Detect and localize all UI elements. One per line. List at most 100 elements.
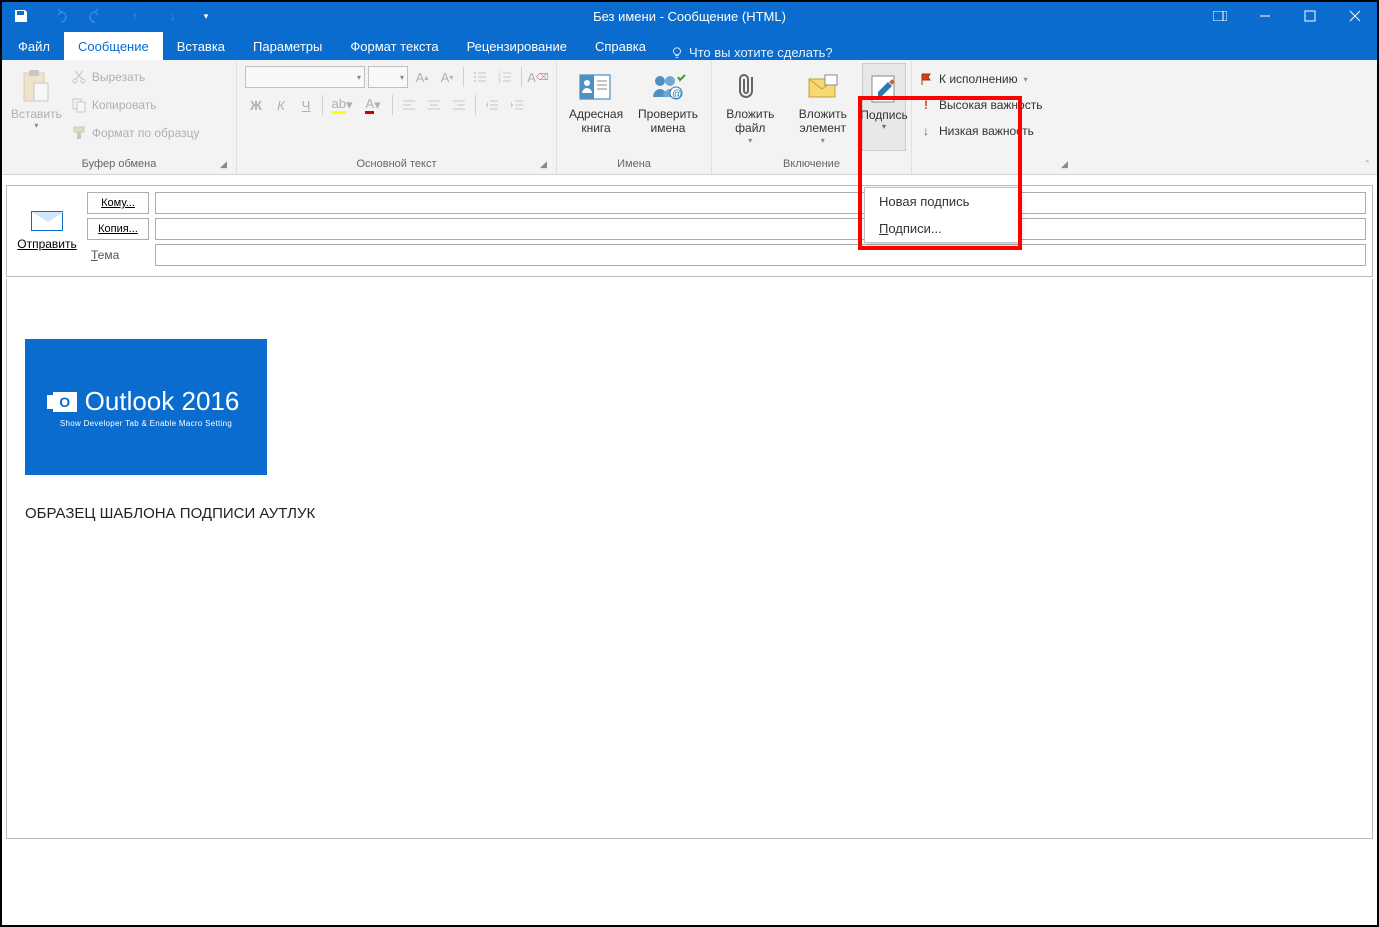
tab-format-text[interactable]: Формат текста: [336, 32, 452, 60]
signature-banner-image: O Outlook 2016 Show Developer Tab & Enab…: [25, 339, 267, 475]
font-name-combo[interactable]: ▾: [245, 66, 365, 88]
group-tags-label: [912, 157, 1077, 174]
attach-file-label: Вложить файл: [721, 107, 780, 136]
minimize-button[interactable]: [1242, 2, 1287, 30]
group-include: Вложить файл ▾ Вложить элемент ▾ Подпись…: [712, 60, 912, 174]
down-arrow-blue-icon: ↓: [919, 124, 933, 138]
title-bar: ↑ ↓ ▾ Без имени - Сообщение (HTML): [2, 2, 1377, 30]
bold-button[interactable]: Ж: [245, 94, 267, 116]
attach-item-label: Вложить элемент: [788, 107, 858, 136]
address-book-icon: [578, 67, 614, 107]
bullets-icon[interactable]: [469, 66, 491, 88]
paste-button[interactable]: Вставить ▾: [7, 63, 66, 153]
compose-header: Отправить Кому... Копия... Тема: [6, 185, 1373, 277]
up-arrow-icon[interactable]: ↑: [126, 7, 144, 25]
copy-icon: [71, 97, 87, 113]
svg-text:@: @: [672, 89, 682, 100]
collapse-ribbon-icon[interactable]: ˆ: [1366, 160, 1369, 171]
tell-me-search[interactable]: Что вы хотите сделать?: [660, 45, 843, 60]
grow-font-icon[interactable]: A▴: [411, 66, 433, 88]
lightbulb-icon: [670, 46, 684, 60]
subject-field[interactable]: [155, 244, 1366, 266]
paste-label: Вставить: [11, 107, 62, 121]
low-importance-button[interactable]: ↓ Низкая важность: [914, 118, 1047, 144]
group-basic-text: ▾ ▾ A▴ A▾ 123 A⌫ Ж К Ч ab▾ A▾: [237, 60, 557, 174]
format-painter-button[interactable]: Формат по образцу: [66, 119, 205, 147]
paperclip-icon: [738, 67, 762, 107]
signature-icon: [868, 68, 900, 108]
tab-help[interactable]: Справка: [581, 32, 660, 60]
quick-access-toolbar: ↑ ↓ ▾: [2, 7, 210, 25]
ribbon: Вставить ▾ Вырезать Копировать Формат по…: [2, 60, 1377, 175]
align-center-icon[interactable]: [423, 94, 445, 116]
signature-dropdown: Новая подпись Подписи...: [864, 187, 1019, 243]
to-button[interactable]: Кому...: [87, 192, 149, 214]
close-button[interactable]: [1332, 2, 1377, 30]
cc-field[interactable]: [155, 218, 1366, 240]
tab-message[interactable]: Сообщение: [64, 32, 163, 60]
qat-customize-icon[interactable]: ▾: [202, 7, 210, 25]
paste-icon: [20, 67, 52, 107]
font-size-combo[interactable]: ▾: [368, 66, 408, 88]
high-importance-button[interactable]: ! Высокая важность: [914, 92, 1047, 118]
address-book-button[interactable]: Адресная книга: [562, 63, 630, 153]
attach-item-button[interactable]: Вложить элемент ▾: [784, 63, 862, 153]
subject-label: Тема: [87, 248, 149, 262]
font-color-icon[interactable]: A▾: [359, 94, 387, 116]
attach-item-icon: [807, 67, 839, 107]
window-controls: [1197, 2, 1377, 30]
scissors-icon: [71, 69, 87, 85]
increase-indent-icon[interactable]: [506, 94, 528, 116]
clipboard-launcher-icon[interactable]: ◢: [220, 159, 232, 171]
check-names-button[interactable]: @ Проверить имена: [630, 63, 706, 153]
tab-review[interactable]: Рецензирование: [453, 32, 581, 60]
highlight-icon[interactable]: ab▾: [328, 94, 356, 116]
ribbon-display-options-icon[interactable]: [1197, 2, 1242, 30]
down-arrow-icon[interactable]: ↓: [164, 7, 182, 25]
signature-sample-text: ОБРАЗЕЦ ШАБЛОНА ПОДПИСИ АУТЛУК: [25, 505, 1354, 522]
outlook-logo-icon: O: [53, 392, 77, 412]
message-body[interactable]: O Outlook 2016 Show Developer Tab & Enab…: [6, 279, 1373, 839]
save-icon[interactable]: [12, 7, 30, 25]
tab-insert[interactable]: Вставка: [163, 32, 239, 60]
basic-text-launcher-icon[interactable]: ◢: [540, 159, 552, 171]
group-include-label: Включение: [712, 157, 911, 174]
underline-button[interactable]: Ч: [295, 94, 317, 116]
copy-button[interactable]: Копировать: [66, 91, 205, 119]
italic-button[interactable]: К: [270, 94, 292, 116]
window-title: Без имени - Сообщение (HTML): [593, 9, 786, 24]
undo-icon[interactable]: [50, 7, 68, 25]
decrease-indent-icon[interactable]: [481, 94, 503, 116]
shrink-font-icon[interactable]: A▾: [436, 66, 458, 88]
tags-launcher-icon[interactable]: ◢: [1061, 159, 1073, 171]
numbering-icon[interactable]: 123: [494, 66, 516, 88]
signature-button[interactable]: Подпись ▾: [862, 63, 906, 151]
to-field[interactable]: [155, 192, 1366, 214]
follow-up-button[interactable]: К исполнению▾: [914, 66, 1047, 92]
cc-button[interactable]: Копия...: [87, 218, 149, 240]
maximize-button[interactable]: [1287, 2, 1332, 30]
format-painter-icon: [71, 125, 87, 141]
align-right-icon[interactable]: [448, 94, 470, 116]
flag-icon: [919, 72, 933, 86]
clear-formatting-icon[interactable]: A⌫: [527, 66, 549, 88]
cut-button[interactable]: Вырезать: [66, 63, 205, 91]
svg-text:3: 3: [498, 79, 501, 85]
check-names-icon: @: [650, 67, 686, 107]
group-basic-text-label: Основной текст: [237, 157, 556, 174]
group-clipboard: Вставить ▾ Вырезать Копировать Формат по…: [2, 60, 237, 174]
exclamation-icon: !: [919, 98, 933, 112]
address-book-label: Адресная книга: [566, 107, 626, 136]
redo-icon[interactable]: [88, 7, 106, 25]
send-button[interactable]: Отправить: [11, 201, 83, 261]
attach-file-button[interactable]: Вложить файл ▾: [717, 63, 784, 153]
menu-new-signature[interactable]: Новая подпись: [865, 188, 1018, 215]
group-tags: К исполнению▾ ! Высокая важность ↓ Низка…: [912, 60, 1077, 174]
align-left-icon[interactable]: [398, 94, 420, 116]
tab-file[interactable]: Файл: [4, 32, 64, 60]
signature-label: Подпись: [860, 108, 908, 122]
menu-signatures[interactable]: Подписи...: [865, 215, 1018, 242]
tab-options[interactable]: Параметры: [239, 32, 336, 60]
ribbon-tabs: Файл Сообщение Вставка Параметры Формат …: [2, 30, 1377, 60]
banner-subtitle: Show Developer Tab & Enable Macro Settin…: [60, 419, 232, 428]
